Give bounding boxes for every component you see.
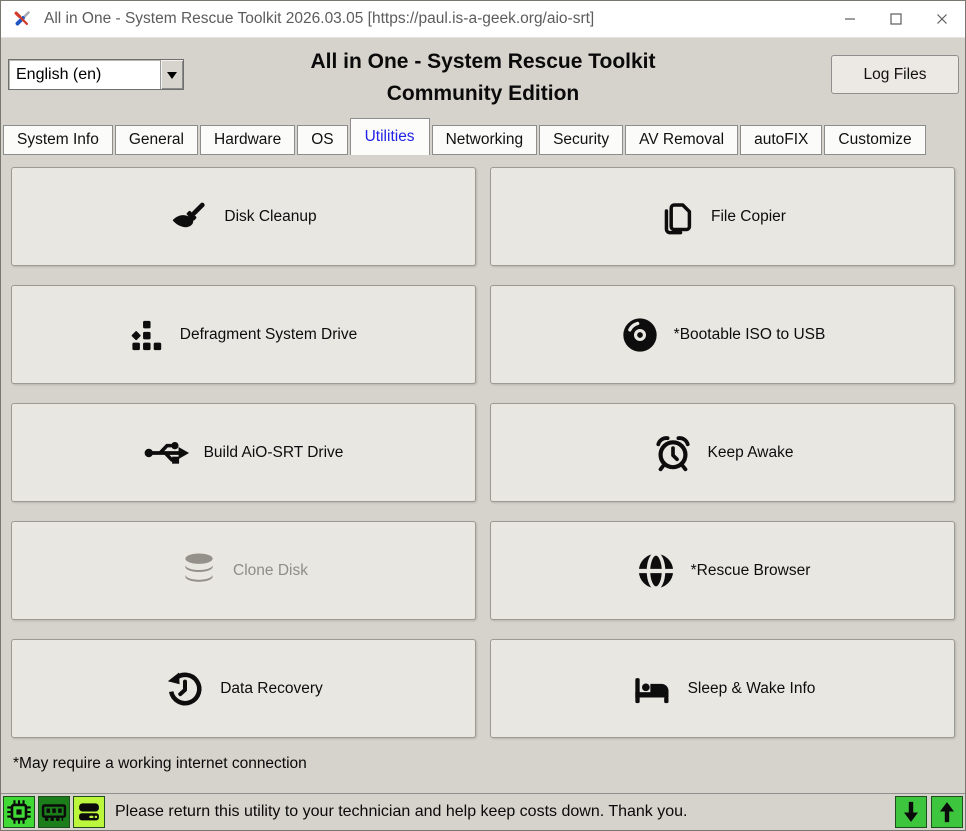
- close-icon: [936, 13, 948, 25]
- clone-disk-button: Clone Disk: [11, 521, 476, 620]
- upload-activity-indicator: [931, 796, 963, 828]
- keep-awake-button[interactable]: Keep Awake: [490, 403, 955, 502]
- app-window: All in One - System Rescue Toolkit 2026.…: [0, 0, 966, 831]
- tab-autofix[interactable]: autoFIX: [740, 125, 822, 155]
- download-activity-indicator: [895, 796, 927, 828]
- download-arrow-icon: [898, 799, 924, 825]
- tab-hardware[interactable]: Hardware: [200, 125, 295, 155]
- disk-activity-indicator: [73, 796, 105, 828]
- usb-symbol-icon: [144, 432, 190, 474]
- tab-av-removal[interactable]: AV Removal: [625, 125, 738, 155]
- header: English (en) All in One - System Rescue …: [1, 38, 965, 118]
- disk-stack-icon: [179, 551, 219, 591]
- defrag-blocks-icon: [130, 317, 166, 353]
- title-bar: All in One - System Rescue Toolkit 2026.…: [1, 1, 965, 38]
- footnote: *May require a working internet connecti…: [1, 738, 965, 773]
- data-recovery-button[interactable]: Data Recovery: [11, 639, 476, 738]
- tool-button-label: Disk Cleanup: [224, 208, 316, 226]
- tab-utilities[interactable]: Utilities: [350, 118, 430, 155]
- window-title: All in One - System Rescue Toolkit 2026.…: [44, 10, 594, 28]
- cpu-icon: [6, 799, 32, 825]
- tab-networking[interactable]: Networking: [432, 125, 538, 155]
- tool-button-label: *Rescue Browser: [691, 562, 811, 580]
- tool-button-label: File Copier: [711, 208, 786, 226]
- page-title-line1: All in One - System Rescue Toolkit: [1, 46, 965, 78]
- tab-customize[interactable]: Customize: [824, 125, 925, 155]
- network-activity-indicators: [895, 796, 963, 828]
- tab-security[interactable]: Security: [539, 125, 623, 155]
- hard-drive-icon: [76, 799, 102, 825]
- tool-button-label: Data Recovery: [220, 680, 323, 698]
- log-files-button[interactable]: Log Files: [831, 55, 959, 94]
- defragment-system-drive-button[interactable]: Defragment System Drive: [11, 285, 476, 384]
- alarm-clock-icon: [652, 432, 694, 474]
- utilities-grid: Disk Cleanup File Copier: [1, 155, 965, 738]
- bed-icon: [630, 669, 674, 709]
- sleep-wake-info-button[interactable]: Sleep & Wake Info: [490, 639, 955, 738]
- page-title-line2: Community Edition: [1, 78, 965, 110]
- tool-button-label: Keep Awake: [708, 444, 794, 462]
- ram-icon: [41, 799, 67, 825]
- tab-general[interactable]: General: [115, 125, 198, 155]
- file-copier-button[interactable]: File Copier: [490, 167, 955, 266]
- build-aio-srt-drive-button[interactable]: Build AiO-SRT Drive: [11, 403, 476, 502]
- maximize-button[interactable]: [873, 1, 919, 37]
- maximize-icon: [890, 13, 902, 25]
- cpu-activity-indicator: [3, 796, 35, 828]
- close-button[interactable]: [919, 1, 965, 37]
- ram-activity-indicator: [38, 796, 70, 828]
- paintbrush-icon: [170, 197, 210, 237]
- optical-disc-icon: [620, 315, 660, 355]
- tool-button-label: Defragment System Drive: [180, 326, 357, 344]
- status-message: Please return this utility to your techn…: [115, 803, 687, 821]
- app-logo-crossed-tools-icon: [10, 7, 34, 31]
- tool-button-label: Clone Disk: [233, 562, 308, 580]
- tab-strip: System Info General Hardware OS Utilitie…: [1, 118, 965, 155]
- window-controls: [827, 1, 965, 37]
- rescue-browser-button[interactable]: *Rescue Browser: [490, 521, 955, 620]
- status-bar: Please return this utility to your techn…: [1, 793, 965, 830]
- disk-cleanup-button[interactable]: Disk Cleanup: [11, 167, 476, 266]
- upload-arrow-icon: [934, 799, 960, 825]
- tool-button-label: Sleep & Wake Info: [688, 680, 816, 698]
- minimize-icon: [844, 13, 856, 25]
- tab-system-info[interactable]: System Info: [3, 125, 113, 155]
- history-restore-icon: [164, 668, 206, 710]
- bootable-iso-to-usb-button[interactable]: *Bootable ISO to USB: [490, 285, 955, 384]
- minimize-button[interactable]: [827, 1, 873, 37]
- copy-pages-icon: [659, 198, 697, 236]
- tool-button-label: *Bootable ISO to USB: [674, 326, 826, 344]
- tool-button-label: Build AiO-SRT Drive: [204, 444, 344, 462]
- globe-icon: [635, 550, 677, 592]
- page-title: All in One - System Rescue Toolkit Commu…: [1, 46, 965, 109]
- tab-os[interactable]: OS: [297, 125, 347, 155]
